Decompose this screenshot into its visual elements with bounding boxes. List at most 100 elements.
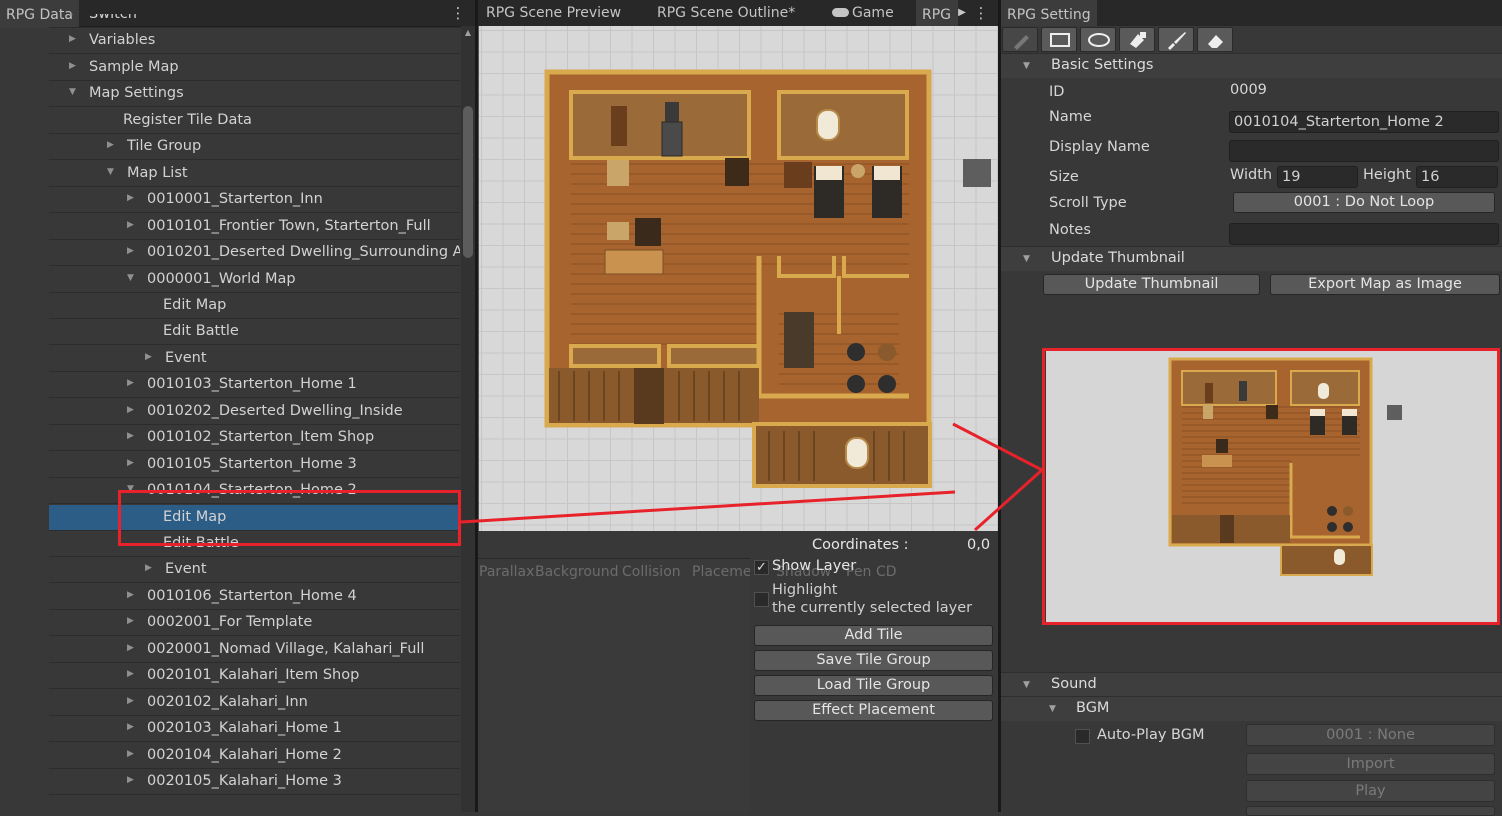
height-field[interactable]: 16 <box>1416 166 1498 188</box>
tree-item-label: 0020103_Kalahari_Home 1 <box>147 720 342 737</box>
load-tile-group-button[interactable]: Load Tile Group <box>754 675 993 696</box>
tree-item[interactable]: ▼ 0000001_World Map <box>49 267 460 293</box>
collapsed-arrow-icon[interactable]: ▶ <box>69 34 76 44</box>
play-button[interactable]: Play <box>1246 780 1495 802</box>
collapsed-arrow-icon[interactable]: ▶ <box>127 616 134 626</box>
fill-tool[interactable] <box>1119 27 1155 52</box>
scroll-up-icon[interactable]: ▲ <box>461 28 475 40</box>
scene-preview-canvas[interactable] <box>478 26 999 531</box>
collapsed-arrow-icon[interactable]: ▶ <box>145 563 152 573</box>
collapsed-arrow-icon[interactable]: ▶ <box>127 590 134 600</box>
tree-item[interactable]: ▶ Sample Map <box>49 55 460 81</box>
tab-overflow-arrow-icon[interactable]: ▶ <box>954 4 970 22</box>
tree-item[interactable]: ▶ Event <box>49 346 460 372</box>
display-name-field[interactable] <box>1229 140 1499 162</box>
collapsed-arrow-icon[interactable]: ▶ <box>69 61 76 71</box>
export-map-button[interactable]: Export Map as Image <box>1270 274 1500 295</box>
tree-item[interactable]: ▶ Variables <box>49 28 460 55</box>
layer-tab-placement[interactable]: Placement <box>692 564 750 580</box>
tree-item[interactable]: ▼ Map Settings <box>49 81 460 108</box>
save-tile-group-button[interactable]: Save Tile Group <box>754 650 993 671</box>
add-tile-button[interactable]: Add Tile <box>754 625 993 646</box>
bgm-section[interactable]: ▼ BGM <box>1001 696 1502 721</box>
scrollbar-thumb[interactable] <box>463 106 473 258</box>
tree-item[interactable]: ▼ Map List <box>49 161 460 187</box>
highlight-checkbox[interactable] <box>754 592 769 607</box>
tree-item[interactable]: ▶ 0020104_Kalahari_Home 2 <box>49 743 460 769</box>
expanded-arrow-icon[interactable]: ▼ <box>69 87 76 97</box>
bgm-select[interactable]: 0001 : None <box>1246 724 1495 746</box>
tree-item[interactable]: ▶ Event <box>49 557 460 584</box>
update-thumbnail-button[interactable]: Update Thumbnail <box>1043 274 1260 295</box>
tree-item[interactable]: ▶ 0020101_Kalahari_Item Shop <box>49 663 460 690</box>
expanded-arrow-icon[interactable]: ▼ <box>127 273 134 283</box>
tree-item[interactable]: ▶ 0010105_Starterton_Home 3 <box>49 452 460 478</box>
layer-tab-cd[interactable]: CD <box>876 564 897 580</box>
tree-item[interactable]: ▶ 0020103_Kalahari_Home 1 <box>49 716 460 743</box>
tab-game[interactable]: Game <box>826 0 900 26</box>
tree-item[interactable]: Register Tile Data <box>49 108 460 134</box>
tree-item[interactable]: ▶ 0010106_Starterton_Home 4 <box>49 584 460 610</box>
collapsed-arrow-icon[interactable]: ▶ <box>127 405 134 415</box>
sound-section[interactable]: ▼ Sound <box>1001 672 1502 697</box>
tree-item[interactable]: Edit Battle <box>49 319 460 346</box>
tab-rpg-setting[interactable]: RPG Setting <box>1001 0 1097 28</box>
effect-placement-button[interactable]: Effect Placement <box>754 700 993 721</box>
layer-tabs: Parallax Background Collision Placement <box>478 558 750 586</box>
tree-item[interactable]: ▶ 0010101_Frontier Town, Starterton_Full <box>49 214 460 240</box>
tree-item[interactable]: ▶ 0010001_Starterton_Inn <box>49 187 460 214</box>
layer-tab-collision[interactable]: Collision <box>622 564 681 580</box>
tree-item[interactable]: ▶ Tile Group <box>49 134 460 161</box>
tree-item[interactable]: ▶ 0010103_Starterton_Home 1 <box>49 372 460 399</box>
collapsed-arrow-icon[interactable]: ▶ <box>107 140 114 150</box>
stop-button-partial[interactable] <box>1246 806 1495 816</box>
collapsed-arrow-icon[interactable]: ▶ <box>127 643 134 653</box>
collapsed-arrow-icon[interactable]: ▶ <box>69 14 76 18</box>
layer-tab-background[interactable]: Background <box>535 564 619 580</box>
collapsed-arrow-icon[interactable]: ▶ <box>127 193 134 203</box>
collapsed-arrow-icon[interactable]: ▶ <box>127 458 134 468</box>
notes-field[interactable] <box>1229 223 1499 245</box>
tree-item[interactable]: ▶ 0020102_Kalahari_Inn <box>49 690 460 716</box>
collapsed-arrow-icon[interactable]: ▶ <box>127 775 134 785</box>
eraser-tool[interactable] <box>1197 27 1233 52</box>
tree-item[interactable]: ▶ 0010102_Starterton_Item Shop <box>49 425 460 452</box>
collapsed-arrow-icon[interactable]: ▶ <box>127 722 134 732</box>
tree-item[interactable]: ▶ 0020105_Kalahari_Home 3 <box>49 769 460 796</box>
tree-item[interactable]: ▶ 0010201_Deserted Dwelling_Surrounding A… <box>49 240 460 267</box>
more-options-icon[interactable]: ⋮ <box>973 4 989 22</box>
tree-item[interactable]: ▶ Switch <box>49 14 460 28</box>
basic-settings-section[interactable]: ▼ Basic Settings <box>1001 53 1502 78</box>
scroll-type-dropdown[interactable]: 0001 : Do Not Loop <box>1233 192 1495 213</box>
tree-item[interactable]: ▶ 0002001_For Template <box>49 610 460 637</box>
import-button[interactable]: Import <box>1246 753 1495 775</box>
collapsed-arrow-icon[interactable]: ▶ <box>127 246 134 256</box>
layer-tab-parallax[interactable]: Parallax <box>479 564 534 580</box>
collapsed-arrow-icon[interactable]: ▶ <box>127 669 134 679</box>
tree-item[interactable]: ▶ 0010202_Deserted Dwelling_Inside <box>49 399 460 425</box>
show-layer-checkbox[interactable]: ✓ <box>754 560 769 575</box>
tab-rpg-truncated[interactable]: RPG <box>916 0 958 28</box>
tab-rpg-scene-outline[interactable]: RPG Scene Outline* <box>651 0 801 26</box>
update-thumbnail-section[interactable]: ▼ Update Thumbnail <box>1001 246 1502 271</box>
expanded-arrow-icon[interactable]: ▼ <box>107 167 114 177</box>
name-field[interactable]: 0010104_Starterton_Home 2 <box>1229 111 1499 133</box>
tab-rpg-scene-preview[interactable]: RPG Scene Preview <box>480 0 627 26</box>
tree-item[interactable]: ▶ 0020001_Nomad Village, Kalahari_Full <box>49 637 460 663</box>
rectangle-tool[interactable] <box>1041 27 1077 52</box>
collapsed-arrow-icon[interactable]: ▶ <box>127 749 134 759</box>
pencil-tool[interactable] <box>1002 27 1038 52</box>
width-field[interactable]: 19 <box>1277 166 1358 188</box>
ellipse-tool[interactable] <box>1080 27 1116 52</box>
size-label: Size <box>1049 169 1079 185</box>
autoplay-bgm-checkbox[interactable] <box>1075 729 1090 744</box>
collapsed-arrow-icon[interactable]: ▶ <box>145 352 152 362</box>
collapsed-arrow-icon[interactable]: ▶ <box>127 431 134 441</box>
fill-icon <box>1130 32 1146 48</box>
brush-tool[interactable] <box>1158 27 1194 52</box>
layer-list[interactable] <box>478 584 750 812</box>
collapsed-arrow-icon[interactable]: ▶ <box>127 696 134 706</box>
collapsed-arrow-icon[interactable]: ▶ <box>127 378 134 388</box>
collapsed-arrow-icon[interactable]: ▶ <box>127 220 134 230</box>
tree-item[interactable]: Edit Map <box>49 293 460 319</box>
